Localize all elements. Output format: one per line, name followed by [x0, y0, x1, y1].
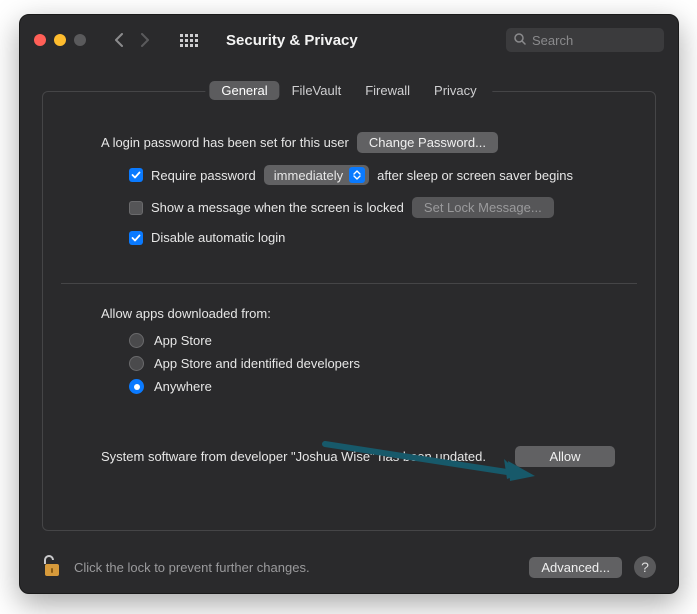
require-password-label-pre: Require password: [151, 168, 256, 183]
downloads-heading: Allow apps downloaded from:: [101, 306, 615, 321]
tab-privacy[interactable]: Privacy: [422, 81, 489, 100]
tab-filevault[interactable]: FileVault: [280, 81, 354, 100]
radio-appstore-label: App Store: [154, 333, 212, 348]
downloads-section: Allow apps downloaded from: App Store Ap…: [43, 284, 655, 467]
downloads-radio-group: App Store App Store and identified devel…: [129, 333, 615, 394]
radio-identified-label: App Store and identified developers: [154, 356, 360, 371]
preferences-window: Security & Privacy General FileVault Fir…: [19, 14, 679, 594]
require-password-label-post: after sleep or screen saver begins: [377, 168, 573, 183]
content-panel: General FileVault Firewall Privacy A log…: [42, 91, 656, 531]
allow-button[interactable]: Allow: [515, 446, 615, 467]
search-field[interactable]: [506, 28, 664, 52]
tabs: General FileVault Firewall Privacy: [205, 81, 492, 100]
show-all-prefs-button[interactable]: [180, 34, 198, 47]
window-title: Security & Privacy: [226, 32, 358, 49]
radio-anywhere-label: Anywhere: [154, 379, 212, 394]
system-software-message: System software from developer "Joshua W…: [101, 449, 501, 464]
select-stepper-icon: [349, 167, 365, 183]
back-button[interactable]: [114, 33, 124, 47]
lock-hint-text: Click the lock to prevent further change…: [74, 560, 310, 575]
set-lock-message-button[interactable]: Set Lock Message...: [412, 197, 554, 218]
search-input[interactable]: [532, 33, 656, 48]
advanced-button[interactable]: Advanced...: [529, 557, 622, 578]
tab-general[interactable]: General: [209, 81, 279, 100]
change-password-button[interactable]: Change Password...: [357, 132, 498, 153]
fullscreen-window-button[interactable]: [74, 34, 86, 46]
radio-anywhere[interactable]: [129, 379, 144, 394]
tab-firewall[interactable]: Firewall: [353, 81, 422, 100]
radio-identified[interactable]: [129, 356, 144, 371]
show-lock-message-label: Show a message when the screen is locked: [151, 200, 404, 215]
require-password-delay-select[interactable]: immediately: [264, 165, 369, 185]
footer: Click the lock to prevent further change…: [20, 541, 678, 593]
radio-appstore[interactable]: [129, 333, 144, 348]
require-password-delay-value: immediately: [274, 168, 343, 183]
close-window-button[interactable]: [34, 34, 46, 46]
nav-buttons: [114, 33, 150, 47]
unlocked-lock-icon: [42, 553, 62, 582]
login-section: A login password has been set for this u…: [43, 92, 655, 283]
password-set-message: A login password has been set for this u…: [101, 135, 349, 150]
titlebar: Security & Privacy: [20, 15, 678, 65]
window-controls: [34, 34, 86, 46]
search-icon: [514, 33, 526, 48]
show-lock-message-checkbox[interactable]: [129, 201, 143, 215]
disable-auto-login-label: Disable automatic login: [151, 230, 285, 245]
require-password-checkbox[interactable]: [129, 168, 143, 182]
forward-button[interactable]: [140, 33, 150, 47]
help-button[interactable]: ?: [634, 556, 656, 578]
disable-auto-login-checkbox[interactable]: [129, 231, 143, 245]
minimize-window-button[interactable]: [54, 34, 66, 46]
lock-control[interactable]: Click the lock to prevent further change…: [42, 553, 310, 582]
